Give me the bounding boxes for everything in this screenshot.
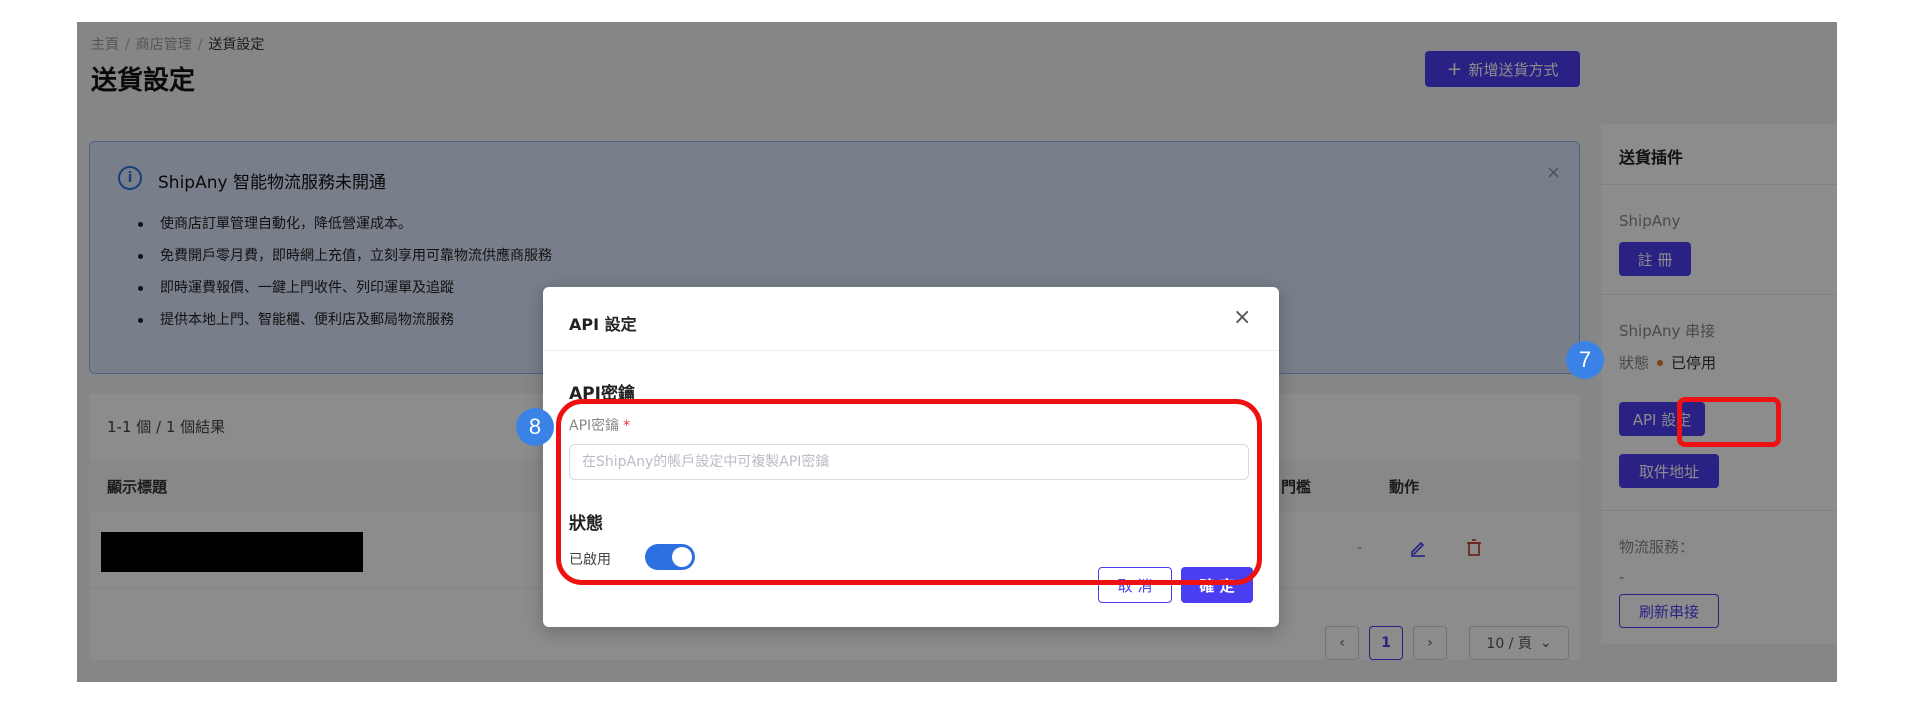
step-badge-8: 8 xyxy=(516,408,554,446)
modal-form-highlight xyxy=(556,399,1262,585)
modal-divider xyxy=(543,350,1279,351)
app-frame: 主頁 / 商店管理 / 送貨設定 送貨設定 + 新增送貨方式 i ShipAny 智能物… xyxy=(77,22,1837,682)
api-button-highlight xyxy=(1677,397,1781,447)
api-settings-modal: API 設定 × API密鑰 API密鑰* 狀態 已啟用 取 消 確 定 8 xyxy=(516,287,1279,627)
modal-title: API 設定 xyxy=(569,315,637,334)
step-badge-7: 7 xyxy=(1566,341,1604,379)
close-icon[interactable]: × xyxy=(1233,305,1251,330)
